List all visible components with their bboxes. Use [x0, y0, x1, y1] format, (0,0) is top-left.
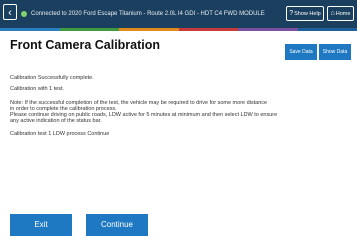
show-help-label: Show Help [294, 11, 321, 17]
stripe-segment [119, 28, 179, 31]
top-bar: ‹ Connected to 2020 Ford Escape Titanium… [0, 0, 357, 28]
show-help-button[interactable]: ?Show Help [286, 6, 324, 21]
stripe-segment [238, 28, 298, 31]
note-line: any active indication of the status bar. [10, 118, 102, 124]
stripe-segment [297, 28, 357, 31]
color-stripe [0, 28, 357, 31]
back-button[interactable]: ‹ [3, 4, 17, 20]
home-button[interactable]: ⌂Home [327, 6, 354, 21]
connection-dot-icon [21, 11, 27, 17]
stripe-segment [0, 28, 60, 31]
calibration-subtitle: Calibration with 1 test. [10, 86, 65, 92]
continue-button[interactable]: Continue [86, 214, 148, 236]
connection-status-text: Connected to 2020 Ford Escape Titanium -… [31, 11, 265, 17]
help-icon: ? [289, 10, 294, 17]
footer-note: Calibration test 1 LDW process Continue [10, 131, 110, 137]
show-data-button[interactable]: Show Data [319, 44, 351, 60]
stripe-segment [59, 28, 119, 31]
stripe-segment [178, 28, 238, 31]
save-data-button[interactable]: Save Data [285, 44, 317, 60]
page-title: Front Camera Calibration [10, 38, 161, 52]
home-label: Home [335, 11, 351, 17]
chevron-left-icon: ‹ [8, 7, 12, 19]
exit-button[interactable]: Exit [10, 214, 72, 236]
home-icon: ⌂ [330, 10, 335, 17]
calibration-status: Calibration Successfully complete. [10, 75, 94, 81]
